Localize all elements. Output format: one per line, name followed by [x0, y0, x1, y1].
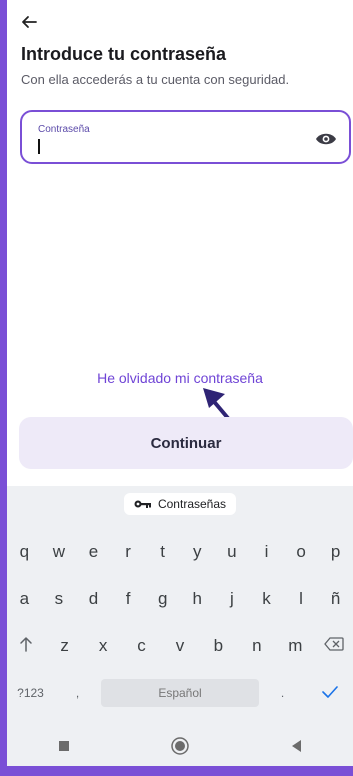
page-title: Introduce tu contraseña — [21, 44, 227, 64]
key-a[interactable]: a — [7, 589, 42, 609]
recent-apps-icon[interactable] — [58, 740, 70, 752]
passwords-suggestion-chip[interactable]: Contraseñas — [123, 493, 237, 515]
key-d[interactable]: d — [76, 589, 111, 609]
key-w[interactable]: w — [42, 542, 77, 562]
forgot-password-link[interactable]: He olvidado mi contraseña — [7, 370, 353, 386]
key-icon — [134, 500, 151, 508]
on-screen-keyboard: Contraseñas q w e r t y u i o p a s d f … — [7, 486, 353, 766]
back-nav-icon[interactable] — [290, 739, 302, 753]
key-y[interactable]: y — [180, 542, 215, 562]
key-l[interactable]: l — [284, 589, 319, 609]
key-t[interactable]: t — [145, 542, 180, 562]
key-o[interactable]: o — [284, 542, 319, 562]
eye-icon[interactable] — [315, 130, 337, 148]
keyboard-row-2: a s d f g h j k l ñ — [7, 577, 353, 621]
back-arrow-icon[interactable] — [19, 12, 39, 32]
home-icon[interactable] — [171, 737, 189, 755]
key-n-tilde[interactable]: ñ — [318, 589, 353, 609]
comma-key[interactable]: , — [54, 686, 101, 700]
backspace-icon — [323, 637, 344, 651]
symbols-key[interactable]: ?123 — [7, 686, 54, 700]
key-e[interactable]: e — [76, 542, 111, 562]
space-key[interactable]: Español — [101, 679, 259, 707]
key-z[interactable]: z — [45, 636, 83, 656]
key-i[interactable]: i — [249, 542, 284, 562]
key-g[interactable]: g — [145, 589, 180, 609]
keyboard-row-4: ?123 , Español . — [7, 671, 353, 715]
shift-key[interactable] — [7, 636, 45, 657]
checkmark-icon — [321, 686, 338, 698]
key-p[interactable]: p — [318, 542, 353, 562]
key-h[interactable]: h — [180, 589, 215, 609]
system-navigation-bar — [7, 726, 353, 766]
page-subtitle: Con ella accederás a tu cuenta con segur… — [21, 72, 290, 87]
key-x[interactable]: x — [84, 636, 122, 656]
key-k[interactable]: k — [249, 589, 284, 609]
continue-button-label: Continuar — [150, 434, 222, 452]
key-n[interactable]: n — [238, 636, 276, 656]
text-cursor — [38, 139, 40, 154]
password-field[interactable]: Contraseña — [20, 110, 351, 164]
password-field-label: Contraseña — [38, 124, 90, 135]
key-s[interactable]: s — [42, 589, 77, 609]
keyboard-row-1: q w e r t y u i o p — [7, 530, 353, 574]
continue-button[interactable]: Continuar — [19, 417, 353, 469]
key-v[interactable]: v — [161, 636, 199, 656]
key-b[interactable]: b — [199, 636, 237, 656]
keyboard-row-3: z x c v b n m — [7, 624, 353, 668]
passwords-suggestion-label: Contraseñas — [157, 497, 227, 511]
key-j[interactable]: j — [215, 589, 250, 609]
space-key-label: Español — [158, 686, 202, 700]
key-q[interactable]: q — [7, 542, 42, 562]
key-m[interactable]: m — [276, 636, 314, 656]
phone-frame: Introduce tu contraseña Con ella acceder… — [0, 0, 353, 776]
app-screen: Introduce tu contraseña Con ella acceder… — [7, 0, 353, 766]
backspace-key[interactable] — [315, 636, 353, 656]
period-key[interactable]: . — [259, 686, 306, 700]
key-r[interactable]: r — [111, 542, 146, 562]
keyboard-suggestion-bar: Contraseñas — [7, 486, 353, 522]
key-c[interactable]: c — [122, 636, 160, 656]
key-u[interactable]: u — [215, 542, 250, 562]
key-f[interactable]: f — [111, 589, 146, 609]
enter-key[interactable] — [306, 683, 353, 703]
shift-up-arrow-icon — [20, 636, 32, 652]
